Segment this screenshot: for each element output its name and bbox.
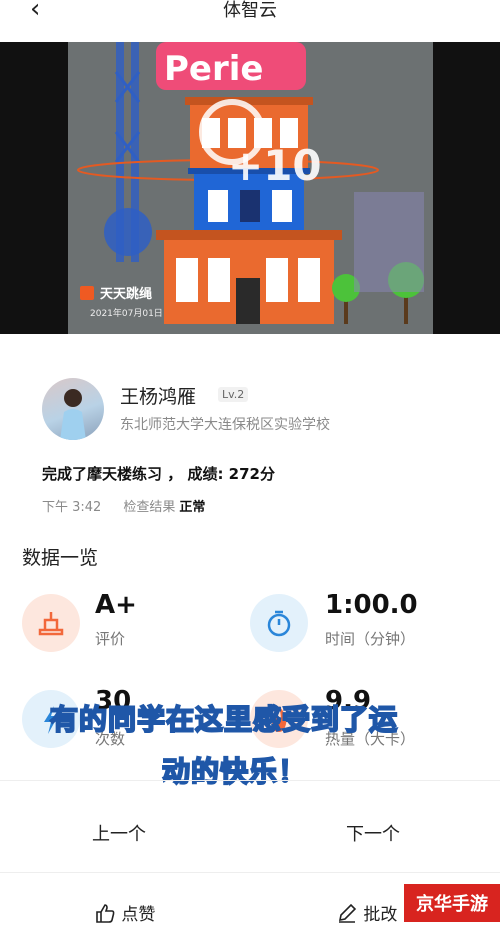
avatar[interactable]	[42, 378, 104, 440]
check-label: 检查结果	[123, 500, 176, 515]
score-popup: +10	[228, 141, 322, 190]
school-name: 东北师范大学大连保税区实验学校	[120, 417, 330, 433]
thumbs-up-icon	[96, 904, 115, 923]
video-date: 2021年07月01日	[90, 307, 163, 319]
video-player[interactable]: Perie +10 天天跳绳 2021年07月01日	[68, 42, 433, 334]
level-badge: Lv.2	[218, 387, 249, 402]
watermark-text: 京华手游	[416, 894, 488, 915]
like-button[interactable]: 点赞	[94, 900, 155, 925]
duration-value: 1:00.0	[325, 590, 418, 620]
record-time: 下午 3:42	[42, 500, 102, 515]
brand-text: 天天跳绳	[100, 286, 152, 302]
duration-label: 时间（分钟）	[325, 630, 416, 648]
stopwatch-glyph	[267, 610, 291, 637]
review-label: 批改	[363, 905, 398, 925]
avatar-image	[60, 389, 86, 440]
podium-icon	[22, 594, 80, 652]
nav-bar: ‹ 体智云	[0, 0, 500, 42]
caption-line-1: 有的同学在这里感受到了运	[49, 702, 399, 737]
check-value: 正常	[179, 500, 206, 515]
page-title: 体智云	[223, 0, 277, 21]
record-summary: 完成了摩天楼练习 ， 成绩: 272分	[42, 465, 275, 483]
review-button[interactable]: 批改	[336, 900, 397, 925]
podium-glyph	[38, 612, 64, 636]
like-label: 点赞	[121, 905, 156, 925]
rating-value: A+	[95, 590, 137, 620]
next-button[interactable]: 下一个	[346, 820, 400, 846]
divider	[0, 780, 500, 781]
stopwatch-icon	[250, 594, 308, 652]
caption-line-2: 动的快乐！	[161, 754, 308, 789]
user-name: 王杨鸿雁	[120, 386, 197, 408]
prev-button[interactable]: 上一个	[92, 820, 146, 846]
bottom-divider	[0, 872, 500, 873]
watermark: 京华手游	[404, 884, 500, 922]
overview-title: 数据一览	[22, 547, 99, 569]
rating-label: 评价	[95, 630, 126, 648]
video-frame: Perie +10 天天跳绳 2021年07月01日	[68, 42, 433, 334]
pencil-icon	[338, 903, 357, 923]
sign-text: Perie	[164, 49, 263, 89]
record-meta: 下午 3:42 检查结果 正常	[42, 496, 205, 515]
